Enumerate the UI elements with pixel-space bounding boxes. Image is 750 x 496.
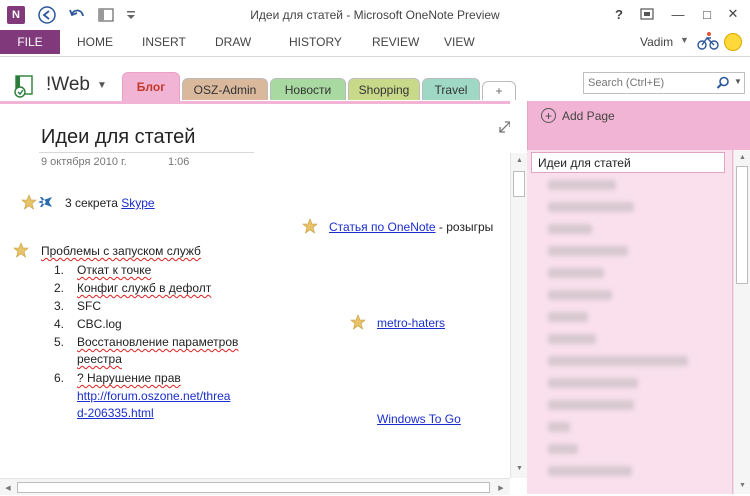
add-page-button[interactable]: + Add Page: [541, 108, 615, 123]
list-item[interactable]: Восстановление параметров: [77, 335, 238, 349]
feedback-smile-icon[interactable]: [724, 33, 742, 51]
page-list-scroll-thumb[interactable]: [736, 166, 748, 284]
tab-insert[interactable]: INSERT: [142, 35, 186, 49]
section-tab-osz-admin[interactable]: OSZ-Admin: [182, 78, 268, 100]
tab-history[interactable]: HISTORY: [289, 35, 342, 49]
note-onenote-text: - розыгры: [435, 220, 494, 234]
list-item-continued[interactable]: реестра: [77, 352, 122, 366]
forum-link[interactable]: http://forum.oszone.net/threa: [77, 389, 230, 403]
user-name[interactable]: Vadim: [640, 35, 673, 49]
full-screen-icon[interactable]: [636, 4, 658, 24]
list-number: 2.: [53, 281, 64, 295]
list-number: 4.: [53, 317, 64, 331]
star-tag-icon[interactable]: [350, 314, 366, 330]
page-time: 1:06: [168, 156, 190, 168]
page-item-blurred[interactable]: [548, 422, 570, 432]
maximize-button[interactable]: □: [696, 4, 718, 24]
list-number: 5.: [53, 335, 64, 349]
add-page-label: Add Page: [562, 108, 615, 123]
section-tab-blog[interactable]: Блог: [122, 72, 180, 101]
notebook-dropdown-icon[interactable]: ▼: [97, 80, 107, 91]
user-dropdown-icon[interactable]: ▼: [680, 35, 689, 45]
page-item-blurred[interactable]: [548, 246, 628, 256]
page-item-blurred[interactable]: [548, 356, 688, 366]
page-item-blurred[interactable]: [548, 466, 632, 476]
page-date: 9 октября 2010 г.: [41, 156, 127, 168]
star-tag-icon[interactable]: [21, 194, 37, 210]
file-tab[interactable]: FILE: [0, 30, 60, 54]
scroll-left-icon[interactable]: ◀: [0, 479, 16, 496]
tab-draw[interactable]: DRAW: [215, 35, 251, 49]
forum-link-continued[interactable]: d-206335.html: [77, 406, 154, 420]
list-item[interactable]: Откат к точке: [77, 263, 151, 277]
tab-home[interactable]: HOME: [77, 35, 113, 49]
list-number: 1.: [53, 263, 64, 277]
scroll-thumb[interactable]: [513, 171, 525, 197]
close-button[interactable]: ✕: [722, 4, 744, 24]
canvas-vertical-scrollbar[interactable]: ▲ ▼: [510, 153, 527, 478]
list-number: 3.: [53, 299, 64, 313]
scroll-right-icon[interactable]: ▶: [493, 479, 509, 496]
list-number: 6.: [53, 371, 64, 385]
scroll-down-icon[interactable]: ▼: [511, 461, 528, 475]
list-item[interactable]: ? Нарушение прав: [77, 371, 181, 385]
section-tab-news[interactable]: Новости: [270, 78, 346, 100]
star-tag-icon[interactable]: [302, 218, 318, 234]
scroll-down-icon[interactable]: ▼: [734, 478, 750, 492]
page-item-blurred[interactable]: [548, 400, 634, 410]
metro-haters-link[interactable]: metro-haters: [377, 316, 445, 330]
search-input[interactable]: [584, 73, 714, 93]
search-scope-dropdown-icon[interactable]: ▼: [734, 77, 742, 86]
list-title[interactable]: Проблемы с запуском служб: [41, 244, 201, 258]
page-canvas[interactable]: Идеи для статей 9 октября 2010 г. 1:06 3…: [0, 101, 510, 478]
note-skype[interactable]: 3 секрета Skype: [65, 196, 155, 210]
windows-to-go-link[interactable]: Windows To Go: [377, 412, 461, 426]
title-divider: [39, 152, 254, 153]
scroll-up-icon[interactable]: ▲: [734, 150, 750, 164]
onenote-article-link[interactable]: Статья по OneNote: [329, 220, 436, 234]
star-tag-icon[interactable]: [13, 242, 29, 258]
search-icon[interactable]: [716, 76, 730, 90]
page-item-blurred[interactable]: [548, 180, 616, 190]
list-item[interactable]: Конфиг служб в дефолт: [77, 281, 211, 295]
minimize-button[interactable]: —: [667, 4, 689, 24]
page-item-blurred[interactable]: [548, 202, 634, 212]
list-item[interactable]: SFC: [77, 299, 101, 313]
note-skype-text: 3 секрета: [65, 196, 122, 210]
expand-page-icon[interactable]: [498, 120, 510, 134]
page-item-blurred[interactable]: [548, 290, 612, 300]
notebook-sync-icon[interactable]: [12, 74, 40, 98]
page-item-blurred[interactable]: [548, 334, 596, 344]
section-tab-shopping[interactable]: Shopping: [348, 78, 420, 100]
scroll-up-icon[interactable]: ▲: [511, 153, 528, 167]
section-tab-travel[interactable]: Travel: [422, 78, 480, 100]
note-onenote-article[interactable]: Статья по OneNote - розыгры: [329, 220, 493, 234]
page-item-blurred[interactable]: [548, 444, 578, 454]
skype-link[interactable]: Skype: [121, 196, 154, 210]
airplane-tag-icon[interactable]: [37, 194, 53, 210]
new-section-button[interactable]: +: [482, 81, 516, 100]
search-box: ▼: [583, 72, 745, 94]
add-icon: +: [541, 108, 556, 123]
ribbon-tabs: FILE HOME INSERT DRAW HISTORY REVIEW VIE…: [0, 30, 750, 56]
page-title[interactable]: Идеи для статей: [41, 126, 195, 149]
page-item-selected[interactable]: Идеи для статей: [531, 152, 725, 173]
page-item-blurred[interactable]: [548, 224, 592, 234]
notebook-name[interactable]: !Web: [46, 74, 90, 96]
help-button[interactable]: ?: [608, 4, 630, 24]
bicycle-icon: [697, 30, 719, 52]
horizontal-scroll-thumb[interactable]: [17, 482, 490, 493]
page-item-blurred[interactable]: [548, 312, 588, 322]
tab-review[interactable]: REVIEW: [372, 35, 419, 49]
page-item-blurred[interactable]: [548, 378, 638, 388]
title-bar: N Идеи для статей - Microsoft OneNote Pr…: [0, 0, 750, 30]
tab-view[interactable]: VIEW: [444, 35, 475, 49]
page-list-scrollbar[interactable]: ▲ ▼: [733, 150, 750, 494]
list-item[interactable]: CBC.log: [77, 317, 122, 331]
canvas-horizontal-scrollbar[interactable]: ◀ ▶: [0, 478, 510, 495]
page-item-blurred[interactable]: [548, 268, 604, 278]
